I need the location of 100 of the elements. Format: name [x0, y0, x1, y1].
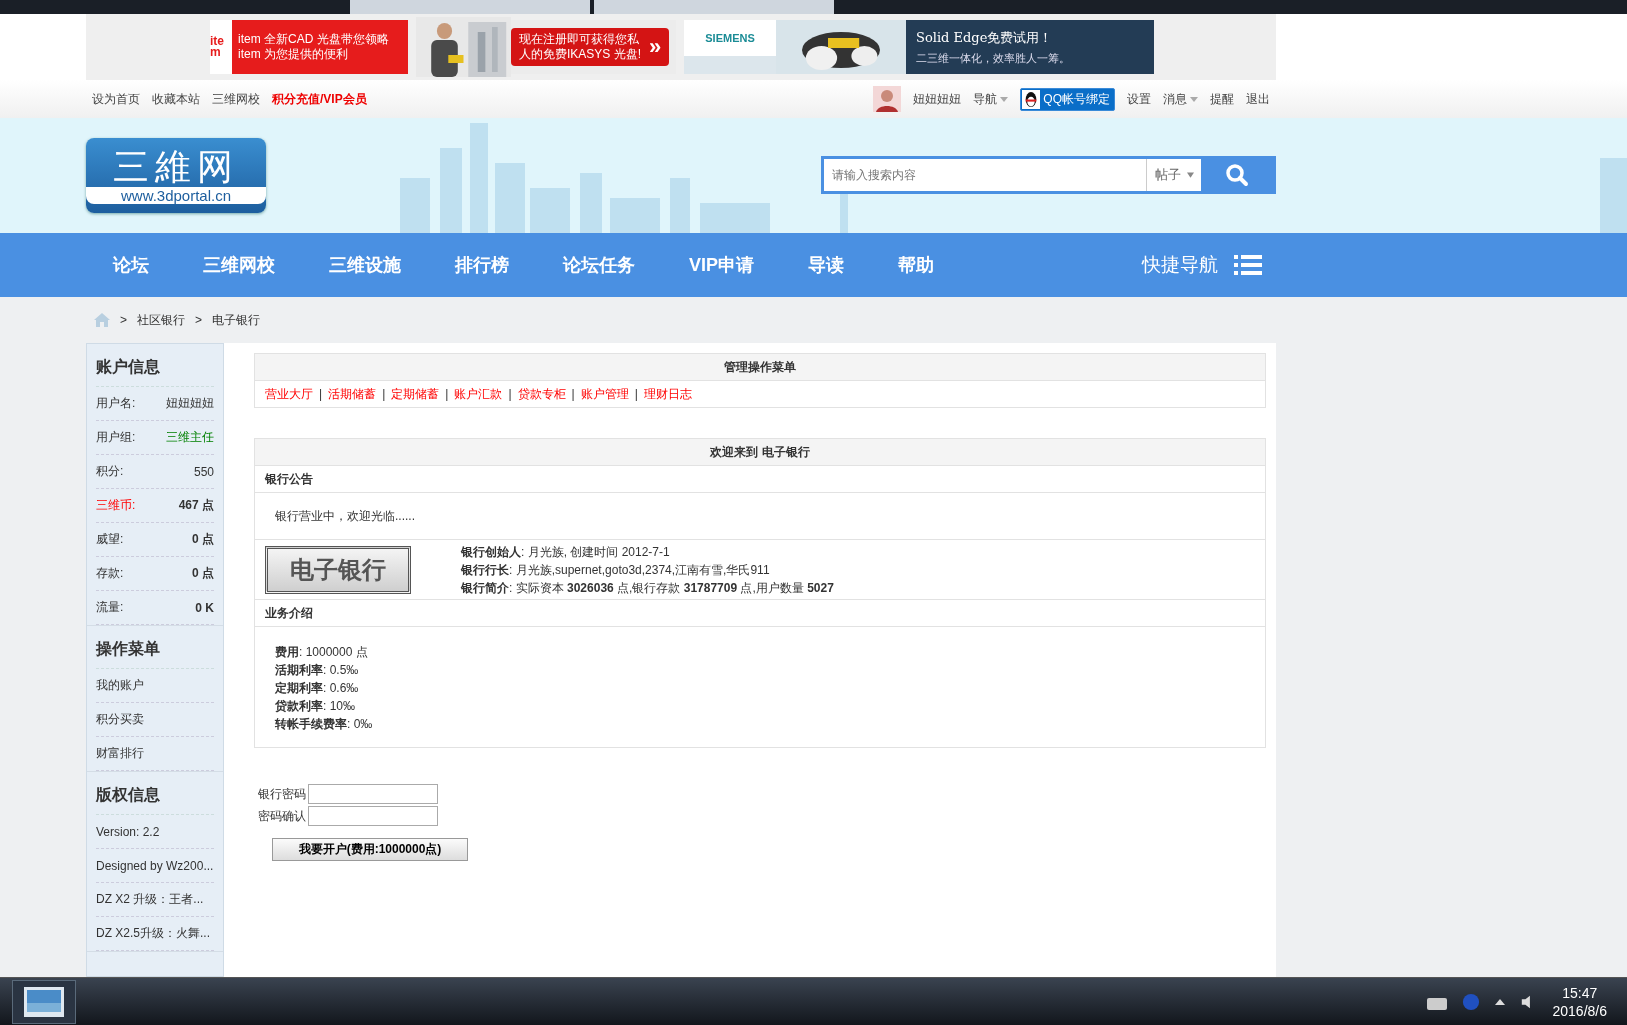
menu-separator: | — [445, 387, 449, 401]
caret-icon — [1186, 172, 1194, 178]
menu-link[interactable]: 理财日志 — [643, 385, 692, 403]
field-value: 0 点 — [192, 531, 214, 548]
top-link[interactable]: 积分充值/VIP会员 — [272, 90, 367, 108]
menu-icon[interactable] — [1234, 255, 1262, 275]
menu-link[interactable]: 营业大厅 — [265, 385, 313, 403]
rate-text: 活期利率: 0.5‰ — [275, 662, 360, 679]
info-text: 银行创始人: 月光族, 创建时间 2012-7-1 — [461, 543, 671, 561]
field-value: 三维主任 — [166, 429, 214, 446]
credit-text: DZ X2.5升级：火舞... — [96, 925, 211, 942]
menu-link[interactable]: 账户汇款 — [454, 385, 503, 403]
open-account-button[interactable]: 我要开户(费用:1000000点) — [272, 838, 468, 861]
menu-separator: | — [634, 387, 638, 401]
menu-link[interactable]: 账户管理 — [580, 385, 629, 403]
ad-text: item 为您提供的便利 — [238, 47, 349, 62]
ad-text: item 全新CAD 光盘带您领略 — [238, 32, 389, 47]
sidebar-link[interactable]: 我的账户 — [96, 677, 144, 694]
caret-icon — [1000, 96, 1009, 102]
caret-icon — [1190, 96, 1198, 102]
sidebar-link[interactable]: 积分买卖 — [96, 711, 144, 728]
ad-banner[interactable]: SIEMENS Solid Edge免费试用！ 二三维一体化，效率胜人一筹。 — [684, 20, 1154, 74]
notice-text: 银行营业中，欢迎光临...... — [275, 507, 415, 525]
search-bar[interactable]: 请输入搜索内容 帖子 — [821, 156, 1276, 194]
field-value: 0 K — [195, 600, 214, 615]
password-field[interactable] — [308, 784, 438, 804]
sidebar-heading: 账户信息 — [96, 344, 214, 387]
field-value: 0 点 — [192, 565, 214, 582]
quick-nav-link[interactable]: 快捷导航 — [1142, 252, 1218, 278]
section-heading: 银行公告 — [255, 466, 1265, 493]
breadcrumb-link[interactable]: 电子银行 — [212, 311, 261, 329]
field-label: 三维币: — [96, 497, 136, 514]
rate-text: 贷款利率: 10‰ — [275, 698, 356, 715]
rate-text: 定期利率: 0.6‰ — [275, 680, 360, 697]
breadcrumb-link[interactable]: 社区银行 — [137, 311, 185, 329]
user-menu-link[interactable]: 提醒 — [1210, 90, 1234, 108]
nav-link[interactable]: 导读 — [808, 253, 844, 277]
menu-link[interactable]: 定期储蓄 — [391, 385, 440, 403]
top-link[interactable]: 设为首页 — [92, 90, 140, 108]
top-link[interactable]: 三维网校 — [212, 90, 260, 108]
info-text: 银行简介: 实际资本 3026036 点,银行存款 31787709 点,用户数量 5027 — [461, 579, 834, 597]
site-logo[interactable]: 三維网 www.3dportal.cn — [86, 138, 266, 213]
menu-separator: | — [508, 387, 512, 401]
nav-link[interactable]: 三维网校 — [203, 253, 275, 277]
clock[interactable]: 15:47 2016/8/6 — [1552, 983, 1607, 1020]
nav-link[interactable]: 帮助 — [898, 253, 934, 277]
panel-header: 欢迎来到 电子银行 — [255, 439, 1265, 466]
ad-text: 现在注册即可获得您私 — [519, 32, 640, 47]
nav-link[interactable]: 论坛任务 — [563, 253, 635, 277]
field-value: 妞妞妞妞 — [166, 395, 214, 412]
user-menu-link[interactable]: 消息 — [1163, 90, 1198, 108]
rate-text: 费用: 1000000 点 — [275, 644, 369, 661]
breadcrumb-separator: > — [195, 313, 203, 327]
ad-text: 人的免费IKASYS 光盘! — [519, 47, 642, 62]
password-field[interactable] — [308, 806, 438, 826]
nav-link[interactable]: 排行榜 — [455, 253, 509, 277]
arrow-text: » — [649, 34, 662, 60]
brand-logo: SIEMENS — [684, 20, 776, 56]
username-link[interactable]: 妞妞妞妞 — [913, 90, 962, 108]
sidebar-link[interactable]: 财富排行 — [96, 745, 144, 762]
credit-text: Version: 2.2 — [96, 824, 160, 839]
credit-text: DZ X2 升级：王者... — [96, 891, 204, 908]
field-label: 流量: — [96, 599, 124, 616]
qq-bind-button[interactable]: QQ帐号绑定 — [1020, 87, 1115, 111]
search-button[interactable] — [1201, 159, 1273, 191]
panel-header: 管理操作菜单 — [255, 354, 1265, 381]
menu-separator: | — [571, 387, 575, 401]
nav-link[interactable]: 三维设施 — [329, 253, 401, 277]
sidebar-heading: 版权信息 — [96, 772, 214, 815]
field-label: 积分: — [96, 463, 124, 480]
menu-link[interactable]: 贷款专柜 — [517, 385, 566, 403]
ad-banner[interactable]: item item 全新CAD 光盘带您领略 item 为您提供的便利 — [210, 20, 408, 74]
nav-link[interactable]: VIP申请 — [689, 253, 754, 277]
brand-logo: item — [210, 20, 232, 74]
field-label: 存款: — [96, 565, 124, 582]
user-menu-link[interactable]: 导航 — [973, 90, 1009, 108]
section-heading: 业务介绍 — [255, 600, 1265, 627]
field-label: 密码确认 — [258, 807, 306, 825]
user-menu-link[interactable]: 退出 — [1246, 90, 1270, 108]
search-icon — [1225, 163, 1249, 187]
breadcrumb-separator: > — [120, 313, 127, 327]
info-text: 银行行长: 月光族,supernet,goto3d,2374,江南有雪,华氏911 — [461, 561, 771, 579]
nav-link[interactable]: 论坛 — [113, 253, 149, 277]
sidebar-heading: 操作菜单 — [96, 626, 214, 669]
avatar-icon — [873, 86, 902, 112]
taskbar-app-icon[interactable] — [12, 979, 76, 1024]
field-value: 467 点 — [178, 497, 214, 514]
field-value: 550 — [193, 464, 214, 479]
field-label: 用户组: — [96, 429, 136, 446]
rate-text: 转帐手续费率: 0‰ — [275, 716, 374, 733]
top-link[interactable]: 收藏本站 — [152, 90, 200, 108]
arrow-up-icon[interactable] — [1494, 998, 1505, 1005]
menu-separator: | — [319, 387, 323, 401]
credit-text: Designed by Wz200... — [96, 858, 214, 873]
user-menu-link[interactable]: 设置 — [1127, 90, 1151, 108]
menu-link[interactable]: 活期储蓄 — [328, 385, 377, 403]
field-label: 威望: — [96, 531, 124, 548]
ad-title: Solid Edge免费试用！ — [916, 28, 1054, 47]
field-label: 银行密码 — [258, 785, 306, 803]
bank-badge: 电子银行 — [265, 545, 411, 594]
